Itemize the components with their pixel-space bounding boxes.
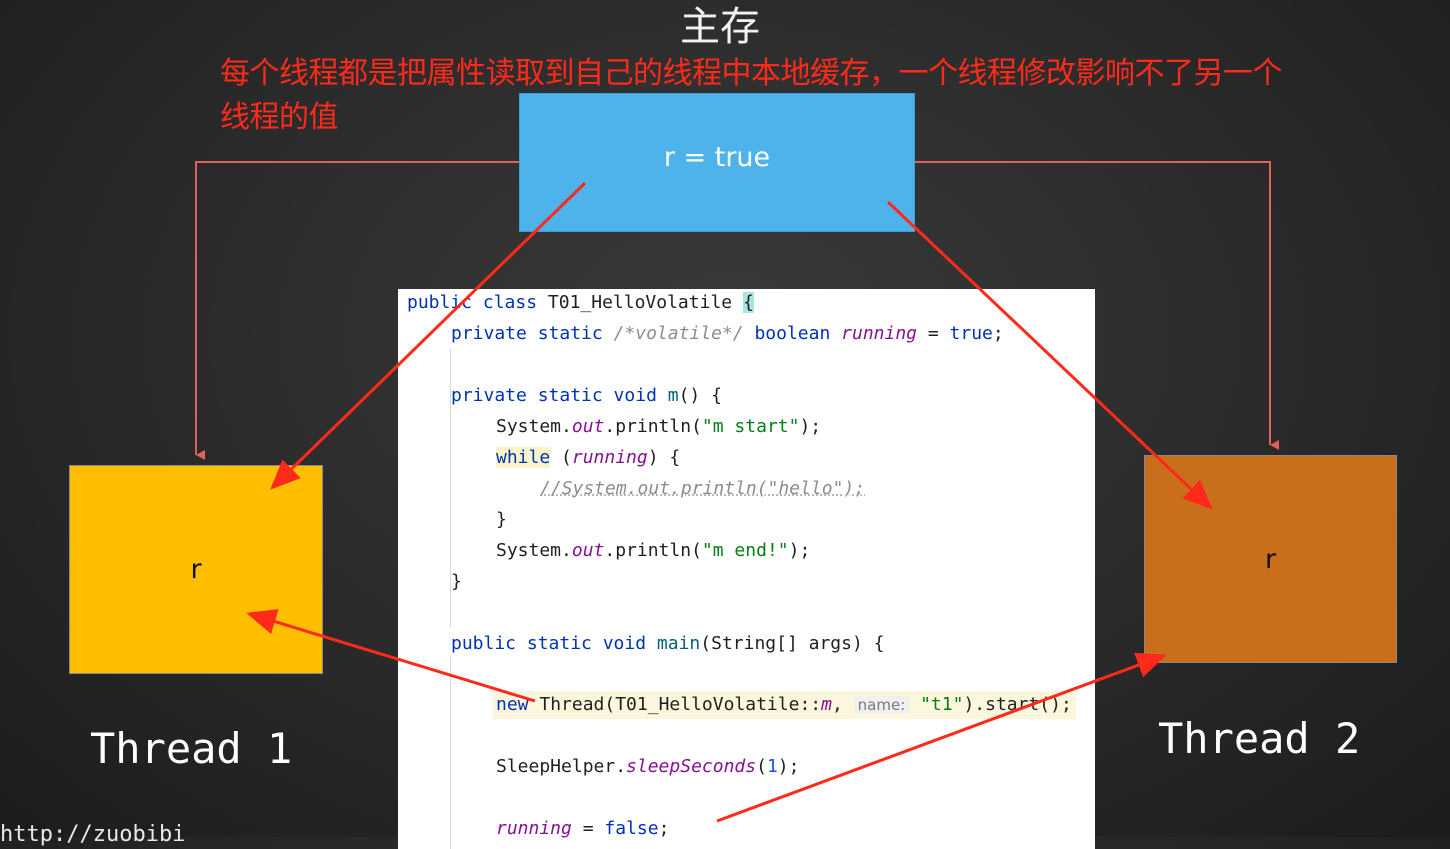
code-line: private static /*volatile*/ boolean runn… bbox=[451, 323, 1004, 344]
main-memory-title: 主存 bbox=[680, 4, 760, 50]
code-line: public static void main(String[] args) { bbox=[451, 633, 885, 654]
thread2-cache-label: r bbox=[1264, 543, 1277, 575]
parameter-hint: name: bbox=[853, 696, 910, 714]
main-memory-value: r = true bbox=[663, 142, 771, 173]
code-panel: public class T01_HelloVolatile { private… bbox=[398, 289, 1095, 849]
code-line: } bbox=[496, 509, 507, 530]
code-line: public class T01_HelloVolatile { bbox=[407, 292, 754, 313]
code-line: } bbox=[451, 571, 462, 592]
thread1-name: Thread 1 bbox=[90, 724, 293, 773]
watermark-url: http://zuobibi bbox=[0, 822, 186, 847]
code-line: running = false; bbox=[496, 818, 670, 839]
indent-guide bbox=[450, 657, 451, 849]
code-line: //System.out.println("hello"); bbox=[540, 478, 866, 499]
thread1-cache-box: r bbox=[69, 465, 323, 674]
thread2-cache-box: r bbox=[1144, 455, 1397, 663]
code-line: System.out.println("m end!"); bbox=[496, 540, 811, 561]
code-line: SleepHelper.sleepSeconds(1); bbox=[496, 756, 800, 777]
code-line: private static void m() { bbox=[451, 385, 722, 406]
thread2-name: Thread 2 bbox=[1158, 714, 1361, 763]
code-line: System.out.println("m start"); bbox=[496, 416, 822, 437]
code-line-highlighted: new Thread(T01_HelloVolatile::m, name: "… bbox=[493, 691, 1076, 719]
main-memory-box: r = true bbox=[519, 93, 915, 232]
code-line: while (running) { bbox=[496, 447, 681, 468]
thread1-cache-label: r bbox=[190, 554, 202, 585]
